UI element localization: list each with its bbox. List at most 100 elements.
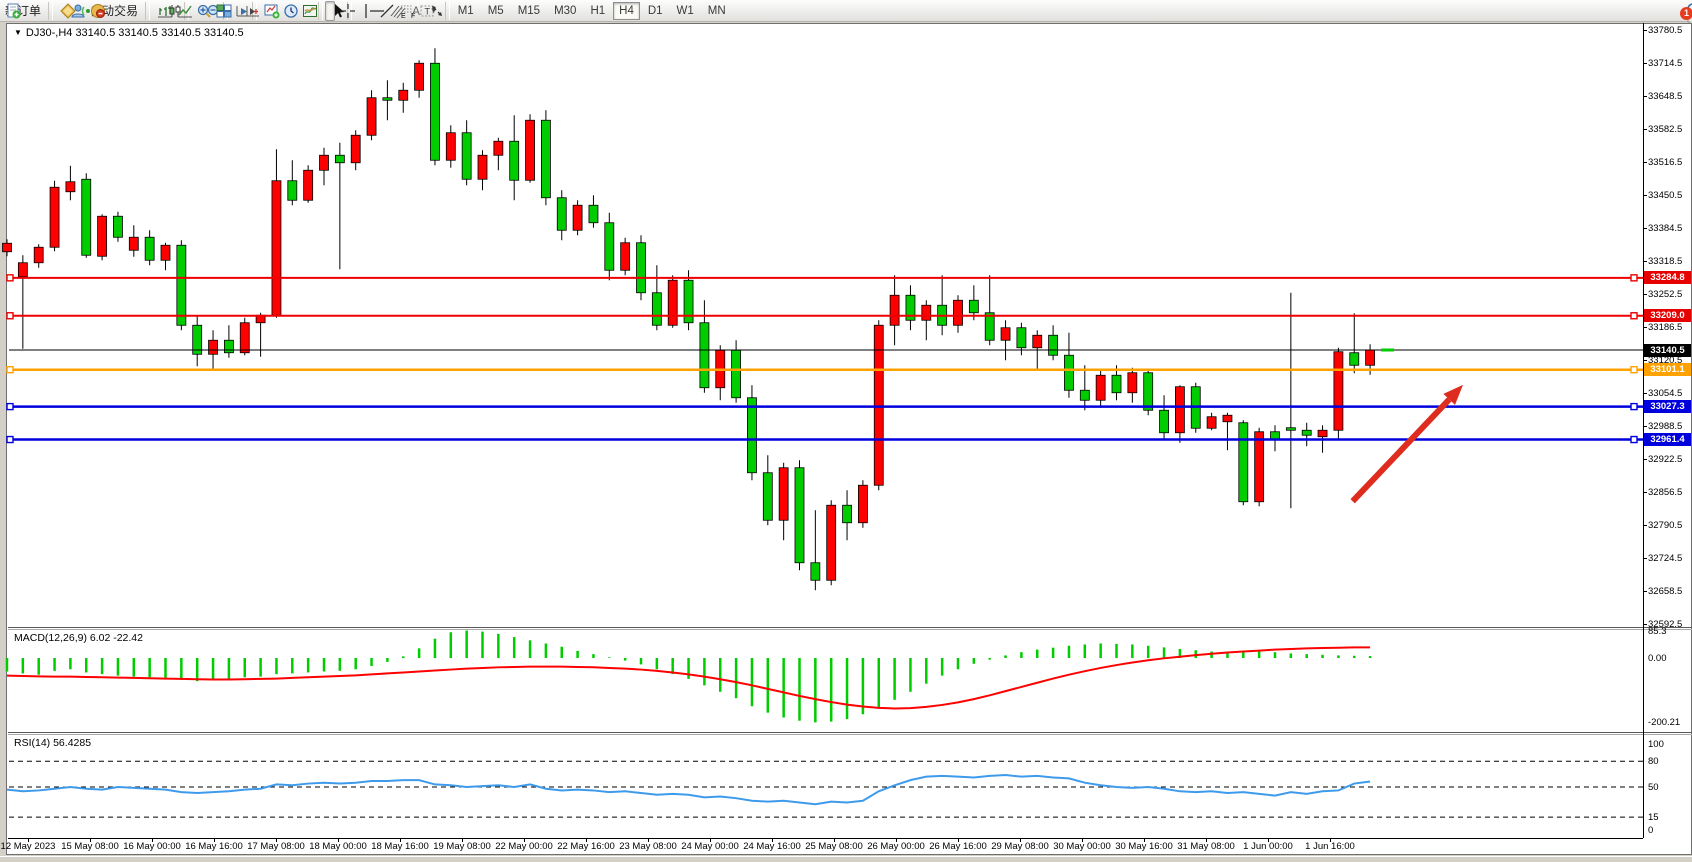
tab-timeframe-H1[interactable]: H1 — [584, 2, 611, 20]
time-label: 16 May 16:00 — [185, 841, 243, 852]
status-bar — [0, 856, 1692, 862]
time-label: 15 May 08:00 — [61, 841, 119, 852]
price-tickmark — [1643, 360, 1647, 361]
tab-timeframe-H4[interactable]: H4 — [613, 2, 640, 20]
candlestick-chart[interactable] — [9, 40, 1643, 626]
time-label: 1 Jun 16:00 — [1305, 841, 1355, 852]
price-level-badge[interactable]: 33209.0 — [1644, 309, 1691, 322]
price-tick-label: 33714.5 — [1648, 58, 1682, 69]
tile-windows-icon — [216, 3, 232, 19]
bar-chart-button[interactable] — [152, 1, 162, 21]
price-tick-label: 32988.5 — [1648, 421, 1682, 432]
price-level-badge[interactable]: 32961.4 — [1644, 433, 1691, 446]
price-level-badge[interactable]: 33027.3 — [1644, 400, 1691, 413]
new-order-button[interactable]: 新订单 — [0, 1, 46, 21]
time-label: 24 May 00:00 — [681, 841, 739, 852]
time-label: 29 May 08:00 — [991, 841, 1049, 852]
price-tickmark — [1643, 63, 1647, 64]
time-label: 19 May 08:00 — [433, 841, 491, 852]
time-label: 31 May 08:00 — [1177, 841, 1235, 852]
macd-axis-label: 85.3 — [1648, 626, 1667, 637]
arrows-icon — [429, 3, 445, 19]
price-tickmark — [1643, 228, 1647, 229]
rsi-axis-label: 0 — [1648, 825, 1653, 836]
tab-timeframe-D1[interactable]: D1 — [642, 2, 669, 20]
chart-title: ▼DJ30-,H4 33140.5 33140.5 33140.5 33140.… — [14, 27, 244, 39]
timeframe-bar: M1M5M15M30H1H4D1W1MN — [452, 2, 732, 20]
indicators-button[interactable]: ▼ — [259, 1, 278, 21]
time-label: 22 May 16:00 — [557, 841, 615, 852]
price-tick-label: 33648.5 — [1648, 91, 1682, 102]
tab-timeframe-M30[interactable]: M30 — [548, 2, 582, 20]
time-label: 1 Jun 00:00 — [1243, 841, 1293, 852]
price-level-badge[interactable]: 33140.5 — [1644, 344, 1691, 357]
price-tick-label: 32922.5 — [1648, 454, 1682, 465]
macd-chart[interactable] — [9, 630, 1643, 731]
tab-timeframe-W1[interactable]: W1 — [671, 2, 700, 20]
price-tickmark — [1643, 492, 1647, 493]
templates-button[interactable]: ▼ — [297, 1, 316, 21]
chart-shift-icon — [245, 3, 261, 19]
time-label: 22 May 00:00 — [495, 841, 553, 852]
price-tick-label: 32856.5 — [1648, 487, 1682, 498]
tab-timeframe-MN[interactable]: MN — [702, 2, 732, 20]
tab-timeframe-M1[interactable]: M1 — [452, 2, 480, 20]
periods-icon — [283, 3, 299, 19]
rsi-axis-label: 15 — [1648, 812, 1659, 823]
main-toolbar: 新订单 自动交易 — [0, 0, 1692, 22]
toolbar-separator — [145, 2, 150, 20]
toolbar-separator — [445, 2, 450, 20]
time-label: 26 May 16:00 — [929, 841, 987, 852]
time-label: 30 May 00:00 — [1053, 841, 1111, 852]
price-tick-label: 32724.5 — [1648, 553, 1682, 564]
macd-axis-label: -200.21 — [1648, 717, 1680, 728]
panel-separator[interactable] — [8, 732, 1692, 733]
time-label: 18 May 00:00 — [309, 841, 367, 852]
price-level-badge[interactable]: 33284.8 — [1644, 271, 1691, 284]
price-tick-label: 32790.5 — [1648, 520, 1682, 531]
profiles-button[interactable] — [55, 1, 65, 21]
toolbar-separator — [318, 2, 323, 20]
price-tickmark — [1643, 558, 1647, 559]
price-axis-line — [1643, 23, 1644, 838]
periods-button[interactable]: ▼ — [278, 1, 297, 21]
time-label: 24 May 16:00 — [743, 841, 801, 852]
time-label: 30 May 16:00 — [1115, 841, 1173, 852]
symbol-dropdown-icon: ▼ — [14, 28, 22, 37]
rsi-axis-label: 50 — [1648, 782, 1659, 793]
time-label: 26 May 00:00 — [867, 841, 925, 852]
time-axis-line — [8, 838, 1643, 839]
time-label: 17 May 08:00 — [247, 841, 305, 852]
price-tickmark — [1643, 459, 1647, 460]
price-tick-label: 32658.5 — [1648, 586, 1682, 597]
price-tick-label: 33780.5 — [1648, 25, 1682, 36]
autotrading-icon — [90, 3, 106, 19]
price-level-badge[interactable]: 33101.1 — [1644, 363, 1691, 376]
templates-icon — [302, 3, 318, 19]
price-tickmark — [1643, 426, 1647, 427]
indicators-icon — [264, 3, 280, 19]
tab-timeframe-M5[interactable]: M5 — [482, 2, 510, 20]
time-label: 23 May 08:00 — [619, 841, 677, 852]
price-tick-label: 33252.5 — [1648, 289, 1682, 300]
toolbar-separator — [48, 2, 53, 20]
tab-timeframe-M15[interactable]: M15 — [512, 2, 546, 20]
time-label: 16 May 00:00 — [123, 841, 181, 852]
price-tickmark — [1643, 393, 1647, 394]
macd-axis-label: 0.00 — [1648, 653, 1667, 664]
price-tickmark — [1643, 30, 1647, 31]
autotrading-button[interactable]: 自动交易 — [85, 1, 143, 21]
line-chart-icon — [177, 3, 193, 19]
price-tick-label: 33516.5 — [1648, 157, 1682, 168]
price-tickmark — [1643, 261, 1647, 262]
price-tickmark — [1643, 195, 1647, 196]
panel-separator[interactable] — [8, 627, 1692, 628]
rsi-chart[interactable] — [9, 735, 1643, 838]
rsi-axis-label: 80 — [1648, 756, 1659, 767]
rsi-axis-label: 100 — [1648, 739, 1664, 750]
price-tickmark — [1643, 162, 1647, 163]
cursor-button[interactable] — [325, 1, 335, 21]
price-tickmark — [1643, 327, 1647, 328]
price-tick-label: 33318.5 — [1648, 256, 1682, 267]
price-tick-label: 33186.5 — [1648, 322, 1682, 333]
